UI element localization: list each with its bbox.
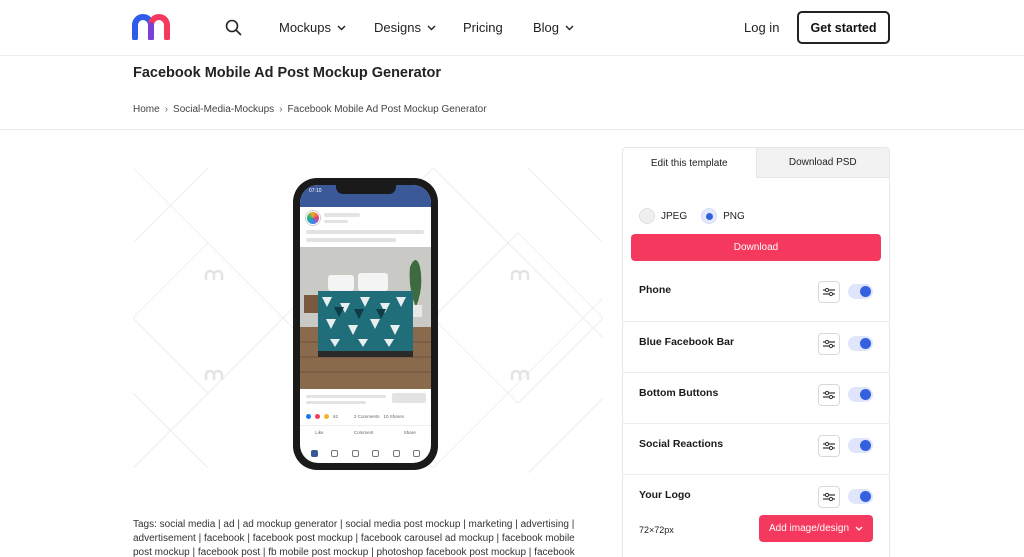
title-band: Facebook Mobile Ad Post Mockup Generator… [0,56,1024,130]
nav-pricing[interactable]: Pricing [463,20,503,35]
share-action: Share [403,430,416,435]
watch-tab-icon [351,450,359,457]
like-action: Like [315,430,324,435]
get-started-button[interactable]: Get started [797,11,890,44]
friends-tab-icon [331,450,339,457]
option-label: Bottom Buttons [639,387,719,399]
page-title: Facebook Mobile Ad Post Mockup Generator [133,65,442,81]
chevron-down-icon [427,25,436,30]
sliders-icon[interactable] [818,281,840,303]
post-actions: Like Comment Share [300,425,431,435]
menu-tab-icon [413,450,421,457]
option-social-reactions: Social Reactions [623,423,889,474]
breadcrumb-home[interactable]: Home [133,104,160,115]
format-jpeg[interactable]: JPEG [639,208,687,224]
radio-png[interactable] [701,208,718,224]
chevron-down-icon [855,526,863,531]
bedroom-photo [300,247,431,389]
format-label: PNG [723,210,745,222]
tab-edit-template[interactable]: Edit this template [623,148,756,178]
phone-notch [336,185,396,194]
format-png[interactable]: PNG [701,208,745,224]
skeleton-line [306,395,386,398]
skeleton-line [306,230,424,234]
toggle-social-reactions[interactable] [848,438,873,453]
chevron-down-icon [337,25,346,30]
like-reaction-icon [306,414,311,419]
nav-label: Mockups [279,20,332,35]
add-image-button[interactable]: Add image/design [759,515,873,542]
download-button[interactable]: Download [631,234,881,261]
sliders-icon[interactable] [818,486,840,508]
status-time: 07:10 [309,188,322,194]
skeleton-cta [392,393,426,403]
chevron-right-icon: › [164,104,169,115]
skeleton-line [324,220,348,223]
nav-label: Blog [533,20,560,35]
skeleton-line [306,401,366,404]
option-label: Blue Facebook Bar [639,336,735,348]
editor-panel: Edit this template Download PSD JPEG PNG… [622,147,890,557]
option-blue-facebook-bar: Blue Facebook Bar [623,321,889,372]
comment-action: Comment [353,430,374,435]
sliders-icon[interactable] [818,384,840,406]
logo-size-label: 72×72px [639,525,674,535]
nav-mockups[interactable]: Mockups [279,20,346,35]
sliders-icon[interactable] [818,333,840,355]
nav-label: Pricing [463,20,503,35]
brand-logo[interactable] [132,14,180,40]
add-image-label: Add image/design [768,523,850,534]
format-selector: JPEG PNG [639,208,745,224]
skeleton-line [306,238,396,242]
option-label: Social Reactions [639,438,724,450]
home-tab-icon [310,450,318,457]
search-icon[interactable] [225,19,242,36]
breadcrumb-category[interactable]: Social-Media-Mockups [173,104,274,115]
format-label: JPEG [661,210,688,222]
haha-reaction-icon [324,414,329,419]
nav-blog[interactable]: Blog [533,20,574,35]
panel-tabs: Edit this template Download PSD [623,148,889,178]
toggle-phone[interactable] [848,284,873,299]
site-header: Mockups Designs Pricing Blog Log in Get … [0,0,1024,56]
breadcrumb: Home › Social-Media-Mockups › Facebook M… [133,104,487,115]
reaction-count: 62 [333,414,339,419]
skeleton-line [324,213,360,217]
phone-mockup: 07:10 62 2 Comments 10 Shares Like Comme… [293,178,438,470]
fb-tab-bar [300,450,431,457]
option-phone: Phone [623,270,889,321]
toggle-blue-facebook-bar[interactable] [848,336,873,351]
comment-count: 2 Comments [354,414,380,419]
breadcrumb-current: Facebook Mobile Ad Post Mockup Generator [287,104,487,115]
toggle-bottom-buttons[interactable] [848,387,873,402]
sliders-icon[interactable] [818,435,840,457]
login-link[interactable]: Log in [744,20,779,35]
toggle-your-logo[interactable] [848,489,873,504]
phone-screen: 07:10 62 2 Comments 10 Shares Like Comme… [300,185,431,463]
post-avatar [306,211,320,225]
radio-jpeg[interactable] [639,208,655,224]
option-bottom-buttons: Bottom Buttons [623,372,889,423]
profile-tab-icon [372,450,380,457]
chevron-down-icon [565,25,574,30]
bell-tab-icon [392,450,400,457]
nav-designs[interactable]: Designs [374,20,436,35]
mockup-preview: 07:10 62 2 Comments 10 Shares Like Comme… [133,168,603,473]
chevron-right-icon: › [279,104,283,115]
love-reaction-icon [315,414,320,419]
social-reactions: 62 2 Comments 10 Shares [306,414,404,419]
tab-download-psd[interactable]: Download PSD [755,148,889,178]
share-count: 10 Shares [383,414,405,419]
option-label: Phone [639,284,672,296]
tags-list: Tags: social media | ad | ad mockup gene… [133,519,575,557]
option-label: Your Logo [639,489,691,501]
nav-label: Designs [374,20,421,35]
